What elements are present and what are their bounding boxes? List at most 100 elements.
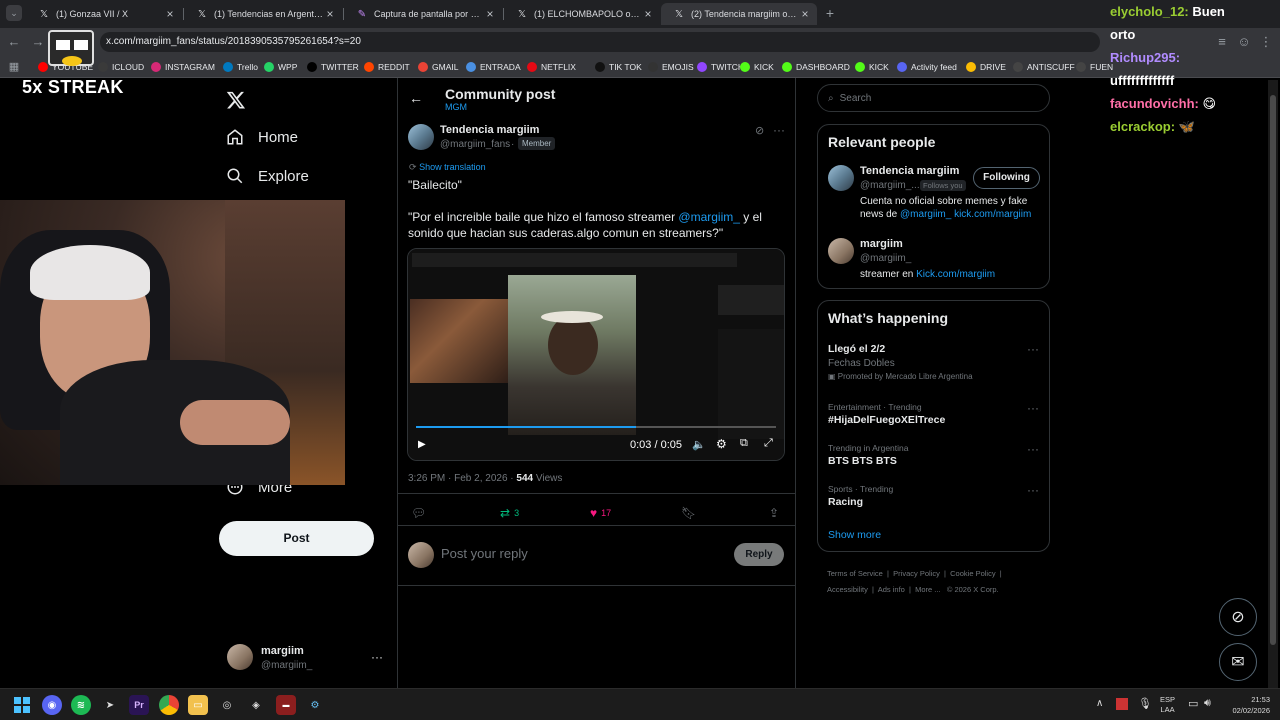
- bookmark-item[interactable]: ICLOUD: [98, 60, 144, 74]
- settings-icon[interactable]: ⚙: [716, 437, 727, 451]
- fullscreen-icon[interactable]: ⤢: [764, 437, 773, 450]
- premiere-icon[interactable]: Pr: [129, 695, 149, 715]
- bookmark-item[interactable]: KICK: [740, 60, 774, 74]
- bookmark-item[interactable]: EMOJIS: [648, 60, 694, 74]
- author-handle[interactable]: @margiim_fans: [440, 139, 510, 150]
- footer-link[interactable]: Accessibility: [827, 585, 868, 594]
- browser-tab[interactable]: 𝕏 (1) Gonzaa VII / X ×: [26, 3, 182, 25]
- bookmark-item[interactable]: REDDIT: [364, 60, 410, 74]
- forward-icon[interactable]: →: [30, 34, 46, 50]
- trend-more-icon[interactable]: ···: [1027, 442, 1039, 456]
- tray-chevron-icon[interactable]: ∧: [1096, 698, 1103, 709]
- bio-links[interactable]: @margiim_ kick.com/margiim: [900, 209, 1031, 220]
- avatar[interactable]: [227, 644, 253, 670]
- bookmark-item[interactable]: DASHBOARD: [782, 60, 850, 74]
- bookmark-item[interactable]: TWITCH: [697, 60, 744, 74]
- footer-link[interactable]: Terms of Service: [827, 569, 883, 578]
- footer-link[interactable]: Privacy Policy: [893, 569, 940, 578]
- browser-tab[interactable]: 𝕏 (1) ELCHOMBAPOLO on X: "htt ×: [504, 3, 660, 25]
- steam-icon[interactable]: ⚙: [305, 695, 325, 715]
- browser-tab-active[interactable]: 𝕏 (2) Tendencia margiim on X: ""B ×: [661, 3, 817, 25]
- file-explorer-icon[interactable]: ▭: [188, 695, 208, 715]
- trend-more-icon[interactable]: ···: [1027, 401, 1039, 415]
- avatar[interactable]: [408, 124, 434, 150]
- network-icon[interactable]: ▭: [1188, 697, 1198, 710]
- trend-item[interactable]: Sports · Trending Racing: [828, 484, 1043, 508]
- mention-link[interactable]: @margiim_: [678, 210, 740, 224]
- scrollbar[interactable]: [1268, 80, 1278, 688]
- bio-links[interactable]: Kick.com/margiim: [916, 269, 995, 280]
- tab-search-chevron-icon[interactable]: ⌄: [6, 5, 22, 21]
- spotify-icon[interactable]: ≋: [71, 695, 91, 715]
- bookmark-item[interactable]: FUEN: [1076, 60, 1113, 74]
- footer-link[interactable]: Cookie Policy: [950, 569, 995, 578]
- trend-item[interactable]: Llegó el 2/2 Fechas Dobles ▣ Promoted by…: [828, 343, 1043, 388]
- close-tab-icon[interactable]: ×: [164, 7, 176, 21]
- following-button[interactable]: Following: [973, 167, 1040, 189]
- back-arrow-icon[interactable]: ←: [409, 90, 423, 106]
- play-icon[interactable]: ▶: [418, 439, 426, 450]
- trend-item[interactable]: Trending in Argentina BTS BTS BTS: [828, 443, 1043, 467]
- account-more-icon[interactable]: ···: [371, 650, 383, 664]
- nav-home[interactable]: Home: [226, 128, 298, 146]
- post-more-icon[interactable]: ···: [773, 123, 785, 137]
- author-name[interactable]: Tendencia margiim: [440, 124, 539, 136]
- reply-action[interactable]: 💬︎: [411, 506, 426, 520]
- show-translation[interactable]: ⟳ Show translation: [409, 162, 486, 173]
- bookmark-item[interactable]: Activity feed: [897, 60, 957, 74]
- popout-icon[interactable]: ⧉: [740, 437, 748, 450]
- bookmark-item[interactable]: INSTAGRAM: [151, 60, 215, 74]
- language-indicator[interactable]: ESP LAA: [1160, 695, 1175, 715]
- url-field[interactable]: x.com/margiim_fans/status/20183905357952…: [100, 32, 1100, 52]
- show-more-link[interactable]: Show more: [828, 529, 881, 541]
- bookmark-item[interactable]: DRIVE: [966, 60, 1006, 74]
- apps-grid-icon[interactable]: ▦: [6, 59, 22, 75]
- close-tab-icon[interactable]: ×: [484, 7, 496, 21]
- footer-link[interactable]: More ...: [915, 585, 940, 594]
- avatar[interactable]: [828, 238, 854, 264]
- browser-tab[interactable]: 𝕏 (1) Tendencias en Argentina on ×: [184, 3, 342, 25]
- post-button[interactable]: Post: [219, 521, 374, 556]
- clock[interactable]: 21:53 02/02/2026: [1224, 694, 1270, 716]
- search-input[interactable]: ⌕ Search: [817, 84, 1050, 112]
- bookmark-item[interactable]: Trello: [223, 60, 258, 74]
- video-player[interactable]: ▶ 0:03 / 0:05 🔈 ⚙ ⧉ ⤢: [407, 248, 785, 461]
- trend-more-icon[interactable]: ···: [1027, 342, 1039, 356]
- browser-tab[interactable]: ✎ Captura de pantalla por Lightsh ×: [344, 3, 502, 25]
- bookmark-item[interactable]: WPP: [264, 60, 297, 74]
- nav-explore[interactable]: Explore: [226, 167, 309, 185]
- close-tab-icon[interactable]: ×: [642, 7, 654, 21]
- community-name[interactable]: MGM: [445, 102, 467, 112]
- bookmark-item[interactable]: ENTRADA: [466, 60, 521, 74]
- person-name[interactable]: Tendencia margiim: [860, 165, 959, 177]
- app-icon[interactable]: ▬: [276, 695, 296, 715]
- x-logo-icon[interactable]: [226, 90, 246, 110]
- mic-icon[interactable]: 🎙︎: [1138, 697, 1152, 710]
- chrome-icon[interactable]: [159, 695, 179, 715]
- app-icon[interactable]: ◎: [217, 695, 237, 715]
- bookmark-item[interactable]: TIK TOK: [595, 60, 642, 74]
- person-name[interactable]: margiim: [860, 238, 903, 250]
- reply-input[interactable]: Post your reply: [441, 546, 528, 561]
- back-icon[interactable]: ←: [6, 34, 22, 50]
- close-tab-icon[interactable]: ×: [324, 7, 336, 21]
- messages-button[interactable]: ✉: [1219, 643, 1257, 681]
- footer-link[interactable]: Ads info: [878, 585, 905, 594]
- grok-icon[interactable]: ⊘: [755, 124, 764, 137]
- bookmark-item[interactable]: ANTISCUFF: [1013, 60, 1075, 74]
- tray-app-icon[interactable]: [1116, 698, 1128, 710]
- windows-start-icon[interactable]: [12, 695, 32, 715]
- bookmark-action[interactable]: 🔖︎: [681, 506, 696, 520]
- like-action[interactable]: ♥ 17: [590, 506, 611, 520]
- avatar[interactable]: [828, 165, 854, 191]
- trend-item[interactable]: Entertainment · Trending #HijaDelFuegoXE…: [828, 402, 1043, 426]
- app-icon[interactable]: ◈: [246, 695, 266, 715]
- reply-button[interactable]: Reply: [734, 543, 784, 566]
- app-icon[interactable]: ➤: [100, 695, 120, 715]
- discord-icon[interactable]: ◉: [42, 695, 62, 715]
- share-action[interactable]: ⇪: [769, 506, 779, 520]
- new-tab-icon[interactable]: +: [822, 5, 838, 21]
- trend-more-icon[interactable]: ···: [1027, 483, 1039, 497]
- bookmark-item[interactable]: TWITTER: [307, 60, 359, 74]
- bookmark-item[interactable]: NETFLIX: [527, 60, 576, 74]
